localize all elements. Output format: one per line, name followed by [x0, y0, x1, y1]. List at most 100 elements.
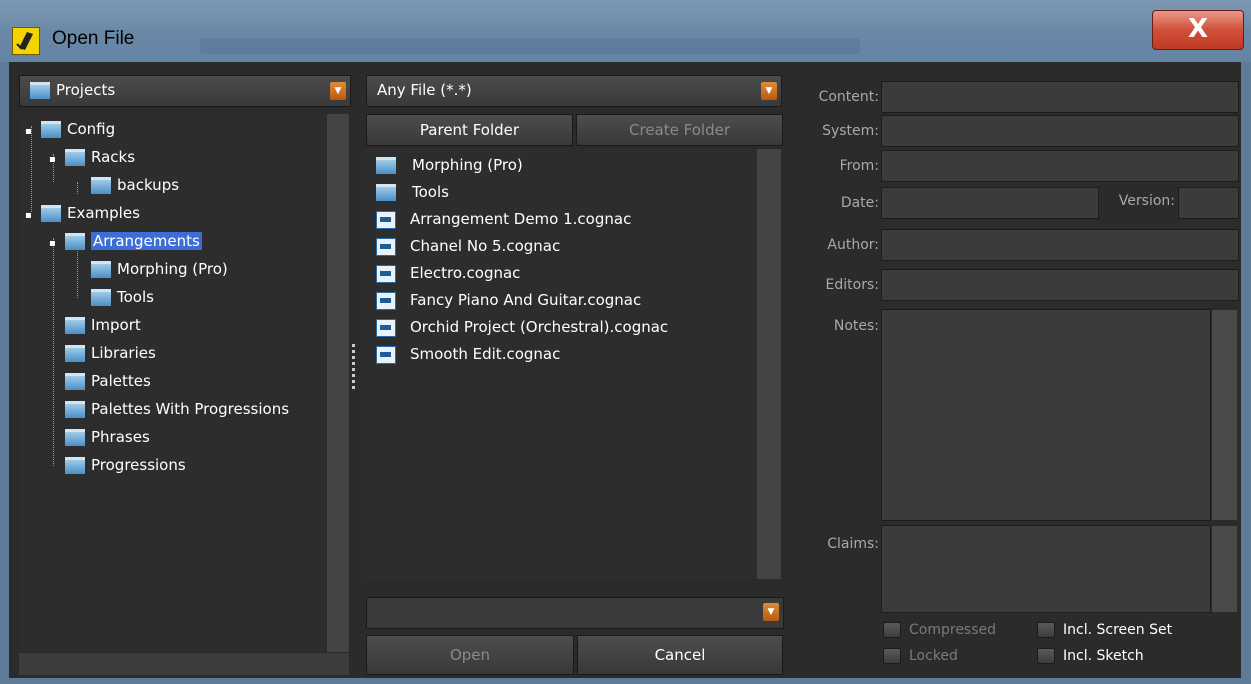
- location-dropdown[interactable]: Projects ▼: [19, 75, 351, 107]
- splitter-handle[interactable]: [352, 344, 356, 404]
- cognac-file-icon: [376, 237, 396, 256]
- expander-icon[interactable]: ▪: [49, 149, 61, 165]
- file-name: Smooth Edit.cognac: [410, 345, 561, 363]
- tree-connector: [77, 182, 78, 194]
- close-button[interactable]: X: [1152, 10, 1244, 50]
- dropdown-arrow-icon[interactable]: ▼: [330, 82, 346, 100]
- folder-icon: [65, 457, 85, 474]
- list-item[interactable]: Orchid Project (Orchestral).cognac: [376, 315, 668, 339]
- claims-label: Claims:: [827, 536, 879, 552]
- cancel-button[interactable]: Cancel: [577, 635, 783, 675]
- checkbox-box[interactable]: [883, 648, 901, 664]
- author-label: Author:: [827, 237, 879, 253]
- notes-label: Notes:: [833, 318, 879, 334]
- tree-item-palettes-with-progressions[interactable]: Palettes With Progressions: [65, 398, 289, 420]
- tree-horizontal-scrollbar[interactable]: [19, 653, 349, 675]
- location-value: Projects: [56, 81, 116, 99]
- tree-item-import[interactable]: Import: [65, 314, 141, 336]
- tree-item-label: Import: [91, 316, 141, 334]
- checkbox-box[interactable]: [1037, 648, 1055, 664]
- claims-scrollbar[interactable]: [1212, 526, 1237, 612]
- tree-item-config[interactable]: ▪ Config: [25, 118, 115, 140]
- tree-item-palettes[interactable]: Palettes: [65, 370, 151, 392]
- tree-item-tools[interactable]: Tools: [91, 286, 154, 308]
- tree-item-phrases[interactable]: Phrases: [65, 426, 150, 448]
- content-label: Content:: [818, 89, 879, 105]
- file-filter-dropdown[interactable]: Any File (*.*) ▼: [366, 75, 782, 107]
- author-field[interactable]: [881, 229, 1239, 261]
- checkbox-box[interactable]: [1037, 622, 1055, 638]
- cognac-file-icon: [376, 318, 396, 337]
- open-file-dialog: Open File X Projects ▼ ▪ Config ▪ Racks ba…: [0, 0, 1251, 684]
- list-item[interactable]: Chanel No 5.cognac: [376, 234, 560, 258]
- title-bar[interactable]: Open File X: [0, 0, 1251, 62]
- compressed-checkbox[interactable]: Compressed: [883, 622, 996, 638]
- folder-icon: [65, 373, 85, 390]
- system-label: System:: [822, 123, 879, 139]
- tree-item-progressions[interactable]: Progressions: [65, 454, 186, 476]
- folder-icon: [65, 149, 85, 166]
- checkbox-label: Incl. Screen Set: [1063, 622, 1173, 638]
- parent-folder-button[interactable]: Parent Folder: [366, 114, 573, 146]
- claims-field[interactable]: [881, 525, 1211, 613]
- tree-item-examples[interactable]: ▪ Examples: [25, 202, 140, 224]
- file-name: Electro.cognac: [410, 264, 521, 282]
- folder-tree[interactable]: ▪ Config ▪ Racks backups ▪ Examples ▪ Arrang…: [19, 114, 325, 652]
- background-menu-ghost: [200, 38, 860, 54]
- date-label: Date:: [840, 195, 879, 211]
- open-button[interactable]: Open: [366, 635, 574, 675]
- folder-icon: [376, 184, 396, 201]
- list-item[interactable]: Tools: [376, 180, 449, 204]
- tree-item-label: Progressions: [91, 456, 186, 474]
- notes-field[interactable]: [881, 309, 1211, 521]
- version-field[interactable]: [1178, 187, 1239, 219]
- tree-item-label: Palettes With Progressions: [91, 400, 290, 418]
- tree-item-label: Arrangements: [91, 232, 202, 250]
- from-field[interactable]: [881, 150, 1239, 182]
- dropdown-arrow-icon[interactable]: ▼: [761, 82, 777, 100]
- list-item[interactable]: Arrangement Demo 1.cognac: [376, 207, 631, 231]
- version-label: Version:: [1118, 193, 1175, 209]
- notes-scrollbar[interactable]: [1212, 310, 1237, 520]
- file-name: Tools: [412, 183, 449, 201]
- locked-checkbox[interactable]: Locked: [883, 648, 958, 664]
- tree-item-label: Palettes: [91, 372, 151, 390]
- tree-item-backups[interactable]: backups: [91, 174, 179, 196]
- expander-icon[interactable]: ▪: [25, 205, 37, 221]
- tree-item-morphing-pro[interactable]: Morphing (Pro): [91, 258, 228, 280]
- list-item[interactable]: Electro.cognac: [376, 261, 520, 285]
- folder-icon: [65, 317, 85, 334]
- file-name-input[interactable]: ▼: [366, 597, 784, 629]
- tree-item-libraries[interactable]: Libraries: [65, 342, 156, 364]
- tree-item-arrangements[interactable]: ▪ Arrangements: [49, 230, 202, 252]
- tree-vertical-scrollbar[interactable]: [327, 114, 349, 652]
- folder-icon: [91, 289, 111, 306]
- create-folder-button[interactable]: Create Folder: [576, 114, 783, 146]
- expander-icon[interactable]: ▪: [49, 233, 61, 249]
- folder-icon: [376, 157, 396, 174]
- checkbox-label: Compressed: [909, 622, 997, 638]
- folder-icon: [41, 121, 61, 138]
- list-item[interactable]: Smooth Edit.cognac: [376, 342, 560, 366]
- cognac-file-icon: [376, 264, 396, 283]
- file-list-scrollbar[interactable]: [757, 149, 781, 579]
- dropdown-arrow-icon[interactable]: ▼: [763, 603, 779, 621]
- checkbox-box[interactable]: [883, 622, 901, 638]
- list-item[interactable]: Fancy Piano And Guitar.cognac: [376, 288, 641, 312]
- file-name: Arrangement Demo 1.cognac: [410, 210, 632, 228]
- date-field[interactable]: [881, 187, 1099, 219]
- system-field[interactable]: [881, 115, 1239, 147]
- tree-connector: [53, 238, 54, 466]
- from-label: From:: [839, 158, 879, 174]
- tree-item-label: Morphing (Pro): [117, 260, 228, 278]
- tree-item-racks[interactable]: ▪ Racks: [49, 146, 135, 168]
- content-field[interactable]: [881, 81, 1239, 113]
- expander-icon[interactable]: ▪: [25, 121, 37, 137]
- file-list[interactable]: Morphing (Pro) Tools Arrangement Demo 1.…: [366, 149, 756, 579]
- tree-item-label: Examples: [67, 204, 140, 222]
- editors-field[interactable]: [881, 269, 1239, 301]
- tree-item-label: Libraries: [91, 344, 156, 362]
- list-item[interactable]: Morphing (Pro): [376, 153, 523, 177]
- incl-sketch-checkbox[interactable]: Incl. Sketch: [1037, 648, 1144, 664]
- incl-screen-set-checkbox[interactable]: Incl. Screen Set: [1037, 622, 1172, 638]
